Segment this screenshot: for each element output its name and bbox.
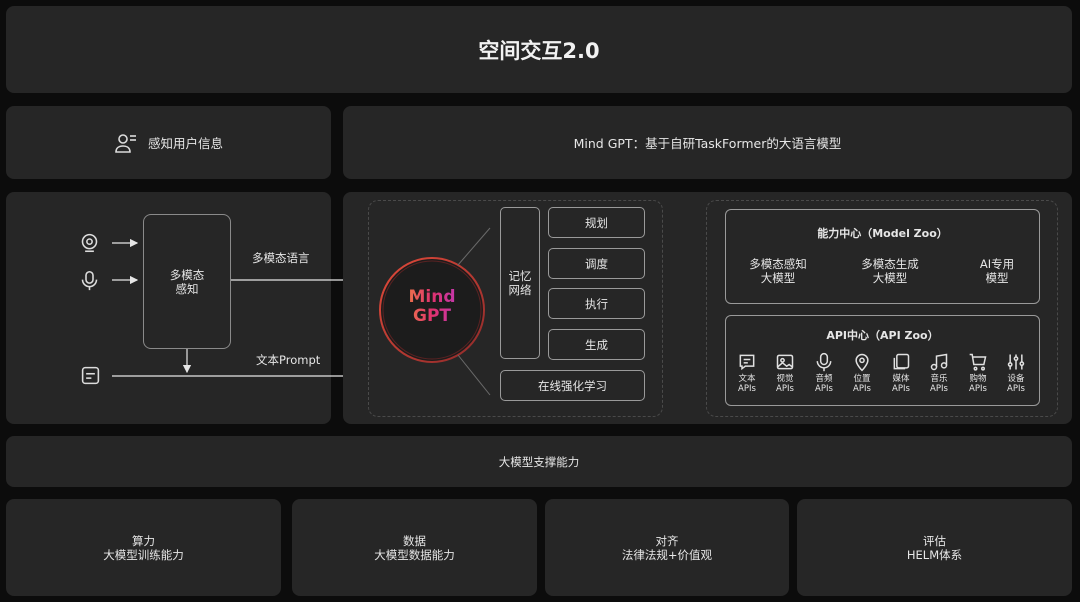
step-scheduling-label: 调度 (585, 256, 608, 271)
location-pin-icon (855, 353, 869, 372)
api-audio-label: 音频 APIs (815, 374, 833, 394)
data-subtitle: 大模型数据能力 (374, 547, 455, 562)
online-rl-box: 在线强化学习 (500, 370, 645, 401)
step-scheduling-box: 调度 (548, 248, 645, 279)
capability-item-specialized: AI专用 模型 (979, 257, 1015, 285)
sliders-icon (1007, 354, 1025, 370)
api-vision-label: 视觉 APIs (776, 374, 794, 394)
support-title: 大模型支撑能力 (498, 454, 580, 469)
online-rl-label: 在线强化学习 (538, 378, 607, 393)
music-note-icon (930, 353, 948, 371)
api-shopping-label: 购物 APIs (969, 374, 987, 394)
step-planning-box: 规划 (548, 207, 645, 238)
support-panel: 大模型支撑能力 (6, 436, 1072, 487)
step-planning-label: 规划 (585, 215, 608, 230)
api-device: 设备 APIs (998, 352, 1034, 394)
alignment-title: 对齐 (655, 533, 679, 548)
compute-subtitle: 大模型训练能力 (103, 547, 184, 562)
api-media-label: 媒体 APIs (892, 374, 910, 394)
evaluation-title: 评估 (923, 533, 946, 548)
api-device-label: 设备 APIs (1007, 374, 1025, 394)
alignment-subtitle: 法律法规+价值观 (621, 547, 713, 562)
compute-title: 算力 (132, 533, 155, 548)
memory-network-label: 记忆 网络 (508, 269, 532, 297)
api-text: 文本 APIs (729, 352, 765, 394)
api-shopping: 购物 APIs (960, 352, 996, 394)
memory-network-box: 记忆 网络 (500, 207, 540, 359)
capability-center-box: 能力中心（Model Zoo） 多模态感知 大模型 多模态生成 大模型 AI专用… (725, 209, 1040, 304)
data-panel: 数据 大模型数据能力 (292, 499, 537, 596)
capability-item-perception: 多模态感知 大模型 (749, 257, 807, 285)
evaluation-subtitle: HELM体系 (906, 547, 963, 562)
api-text-label: 文本 APIs (738, 374, 756, 394)
api-audio: 音频 APIs (806, 352, 842, 394)
step-generation-box: 生成 (548, 329, 645, 360)
alignment-panel: 对齐 法律法规+价值观 (545, 499, 789, 596)
text-icon (739, 354, 755, 371)
media-icon (893, 353, 910, 370)
api-location-label: 位置 APIs (853, 374, 871, 394)
api-music-label: 音乐 APIs (930, 374, 948, 394)
capability-center-title: 能力中心（Model Zoo） (817, 227, 948, 240)
step-execution-box: 执行 (548, 288, 645, 319)
api-vision: 视觉 APIs (767, 352, 803, 394)
step-generation-label: 生成 (585, 337, 608, 352)
api-media: 媒体 APIs (883, 352, 919, 394)
evaluation-panel: 评估 HELM体系 (797, 499, 1072, 596)
api-location: 位置 APIs (844, 352, 880, 394)
api-music: 音乐 APIs (921, 352, 957, 394)
step-execution-label: 执行 (585, 296, 608, 311)
api-center-title: API中心（API Zoo） (826, 329, 939, 342)
compute-panel: 算力 大模型训练能力 (6, 499, 281, 596)
image-icon (776, 354, 794, 370)
data-title: 数据 (403, 533, 426, 548)
shopping-cart-icon (969, 353, 987, 371)
capability-item-generation: 多模态生成 大模型 (861, 257, 919, 285)
microphone-icon (816, 352, 832, 372)
